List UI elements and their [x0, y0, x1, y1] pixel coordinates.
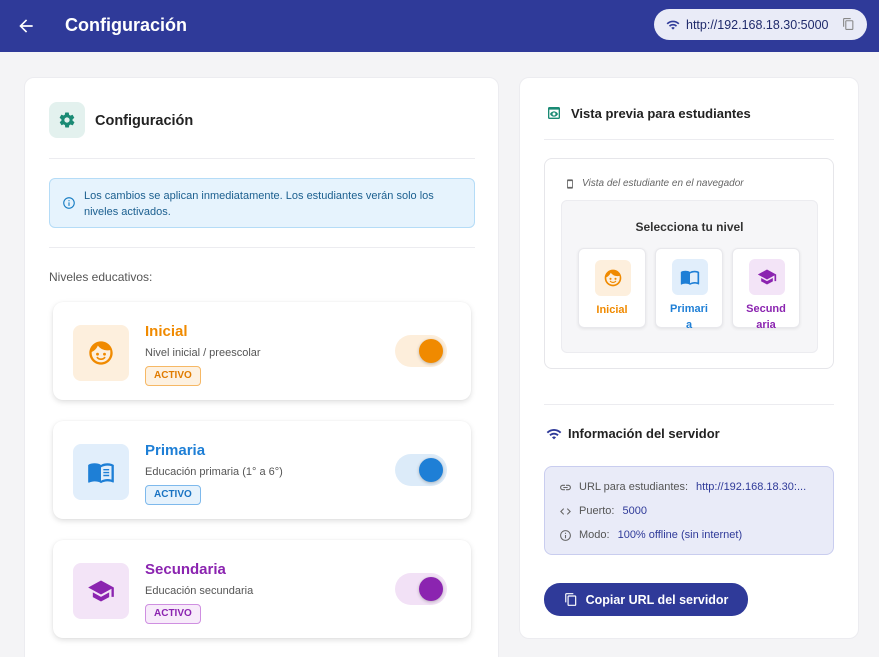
mini-icon-box — [595, 260, 631, 296]
settings-title: Configuración — [95, 113, 194, 129]
open-book-icon — [88, 463, 114, 484]
preview-caption: Vista del estudiante en el navegador — [582, 178, 744, 189]
port-value: 5000 — [622, 505, 647, 517]
level-icon-box — [73, 563, 129, 619]
mini-icon-box — [672, 259, 708, 295]
open-book-icon — [680, 270, 700, 285]
toggle-knob — [419, 339, 443, 363]
divider — [544, 404, 834, 405]
level-card-primaria: Primaria Educación primaria (1° a 6°) AC… — [53, 421, 471, 519]
server-port-row: Puerto: 5000 — [559, 503, 647, 519]
status-badge: ACTIVO — [145, 604, 201, 624]
copy-server-url-button[interactable]: Copiar URL del servidor — [544, 583, 748, 616]
graduation-cap-icon — [757, 269, 777, 285]
mini-label: Secund aria — [746, 303, 786, 331]
status-badge: ACTIVO — [145, 485, 201, 505]
link-icon — [560, 484, 571, 490]
level-name: Inicial — [145, 323, 188, 340]
info-icon — [560, 529, 571, 541]
level-card-secundaria: Secundaria Educación secundaria ACTIVO — [53, 540, 471, 638]
app-bar: Configuración http://192.168.18.30:5000 — [0, 0, 879, 52]
status-badge: ACTIVO — [145, 366, 201, 386]
graduation-cap-icon — [88, 580, 114, 602]
settings-card: Configuración Los cambios se aplican inm… — [24, 77, 499, 657]
server-mode-row: Modo: 100% offline (sin internet) — [559, 527, 742, 543]
mode-value: 100% offline (sin internet) — [617, 529, 743, 541]
port-label: Puerto: — [579, 505, 615, 517]
mini-label: Primari a — [670, 303, 708, 331]
mini-label: Inicial — [596, 304, 628, 316]
phone-icon — [567, 179, 573, 189]
choose-level-label: Selecciona tu nivel — [635, 220, 744, 234]
preview-level-inicial[interactable]: Inicial — [578, 248, 646, 328]
level-name: Primaria — [145, 442, 206, 459]
info-text: Los cambios se aplican inmediatamente. L… — [84, 190, 434, 218]
gear-icon — [59, 112, 75, 128]
copy-icon — [564, 593, 576, 606]
level-description: Educación primaria (1° a 6°) — [145, 466, 283, 478]
code-icon — [560, 507, 571, 515]
server-url-chip[interactable]: http://192.168.18.30:5000 — [654, 9, 867, 40]
level-name: Secundaria — [145, 561, 226, 578]
divider — [544, 139, 834, 140]
level-card-inicial: Inicial Nivel inicial / preescolar ACTIV… — [53, 302, 471, 400]
toggle-inicial[interactable] — [395, 335, 447, 367]
toggle-secundaria[interactable] — [395, 573, 447, 605]
preview-screen: Selecciona tu nivel Inicial Primari a Sec… — [561, 200, 818, 353]
page-title: Configuración — [65, 15, 187, 35]
mini-icon-box — [749, 259, 785, 295]
server-info-box: URL para estudiantes: http://192.168.18.… — [544, 466, 834, 555]
level-description: Nivel inicial / preescolar — [145, 347, 261, 359]
divider — [49, 158, 475, 159]
server-url-text: http://192.168.18.30:5000 — [686, 17, 829, 32]
back-button[interactable] — [14, 14, 38, 38]
preview-level-secundaria[interactable]: Secund aria — [732, 248, 800, 331]
divider — [49, 247, 475, 248]
level-icon-box — [73, 325, 129, 381]
levels-section-label: Niveles educativos: — [49, 270, 153, 284]
server-info-title: Información del servidor — [568, 426, 720, 441]
server-url-row: URL para estudiantes: http://192.168.18.… — [559, 479, 806, 495]
wifi-icon — [546, 429, 562, 440]
copy-icon[interactable] — [842, 17, 855, 31]
arrow-left-icon — [19, 19, 33, 33]
wifi-icon — [666, 20, 680, 30]
toggle-primaria[interactable] — [395, 454, 447, 486]
copy-button-label: Copiar URL del servidor — [585, 592, 729, 607]
student-preview: Vista del estudiante en el navegador Sel… — [544, 158, 834, 369]
info-alert: Los cambios se aplican inmediatamente. L… — [49, 178, 475, 228]
child-face-icon — [604, 269, 622, 287]
preview-title: Vista previa para estudiantes — [571, 106, 751, 121]
preview-card: Vista previa para estudiantes Vista del … — [519, 77, 859, 639]
preview-icon — [548, 107, 560, 119]
level-description: Educación secundaria — [145, 585, 254, 597]
url-value: http://192.168.18.30:... — [696, 481, 807, 493]
toggle-knob — [419, 458, 443, 482]
level-icon-box — [73, 444, 129, 500]
settings-icon-box — [49, 102, 85, 138]
url-label: URL para estudiantes: — [579, 481, 689, 493]
info-icon — [63, 197, 75, 209]
mode-label: Modo: — [579, 529, 610, 541]
child-face-icon — [89, 341, 113, 365]
preview-level-primaria[interactable]: Primari a — [655, 248, 723, 331]
toggle-knob — [419, 577, 443, 601]
